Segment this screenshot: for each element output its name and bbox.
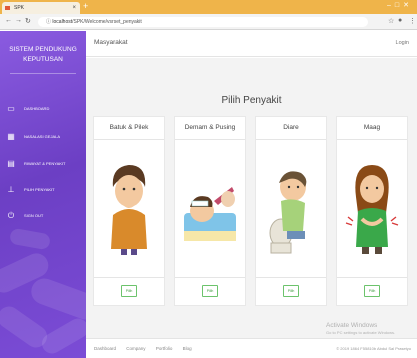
pilih-button[interactable]: Pilih [202,285,218,297]
pilih-button[interactable]: Pilih [121,285,137,297]
favicon-icon [5,6,10,10]
url-host: localhost [52,19,73,25]
disease-card-batuk-pilek: Batuk & Pilek Pilih [93,116,165,306]
section-heading: Pilih Penyakit [221,95,282,106]
forward-icon[interactable]: → [15,17,22,24]
pilih-button[interactable]: Pilih [364,285,380,297]
login-link[interactable]: Login [396,40,409,46]
disease-card-diare: Diare Pilih [255,116,327,306]
document-icon: ▤ [7,159,15,168]
footer-link-company[interactable]: Company [126,346,145,351]
diarrhea-child-illustration [269,171,307,254]
sidebar-item-dashboard[interactable]: ▭ Dashboard [0,102,86,118]
browser-tab-bar: SPK × + –□✕ [0,0,417,14]
brand-line-1: SISTEM PENDUKUNG [9,46,77,53]
footer-links: Dashboard Company Portfolio Blog [94,346,198,351]
page-title: Masyarakat [94,39,128,46]
close-window-icon[interactable]: ✕ [403,2,413,9]
footer: Dashboard Company Portfolio Blog © 2019 … [86,338,417,358]
brand-line-2: KEPUTUSAN [23,56,63,63]
tab-title: SPK [14,5,25,11]
sidebar-brand[interactable]: SISTEM PENDUKUNG KEPUTUSAN [0,45,86,65]
activate-windows-watermark: Activate Windows Go to PC settings to ac… [326,322,395,335]
reload-icon[interactable]: ↻ [25,17,31,25]
main-content: Pilih Penyakit Batuk & Pilek Pilih Demam… [86,58,417,338]
sidebar: SISTEM PENDUKUNG KEPUTUSAN ▭ Dashboard ▦… [0,31,86,358]
card-title: Diare [283,124,299,131]
browser-tab[interactable]: SPK × [2,2,80,14]
disease-card-maag: Maag Pilih [336,116,408,306]
coughing-child-illustration [111,165,147,255]
pilih-button[interactable]: Pilih [283,285,299,297]
url-path: /SPK/Welcome/vsrset_penyakit [72,19,142,25]
sidebar-item-label: Pilih Penyakit [24,187,55,192]
thermometer-icon: ⊥ [7,185,15,194]
star-icon[interactable]: ☆ [388,17,394,25]
footer-link-blog[interactable]: Blog [183,346,192,351]
watermark-title: Activate Windows [326,322,378,329]
tab-close-icon[interactable]: × [72,2,76,14]
watermark-subtitle: Go to PC settings to activate Windows. [326,330,396,335]
brand-divider [10,73,76,74]
sidebar-item-label: Riwayat & Penyakit [24,161,66,166]
maximize-icon[interactable]: □ [395,2,403,9]
card-title: Demam & Pusing [184,124,236,131]
stomachache-girl-illustration [345,165,399,254]
monitor-icon: ▭ [7,104,15,113]
window-controls: –□✕ [387,1,413,9]
sidebar-item-sign-out[interactable]: ⏻ Sign Out [0,209,86,225]
back-icon[interactable]: ← [5,17,12,24]
footer-link-portfolio[interactable]: Portfolio [156,346,173,351]
profile-icon[interactable]: ● [398,17,402,24]
top-navbar: Masyarakat Login [86,31,417,57]
sidebar-item-label: Nasalasi Gejala [24,134,61,139]
sidebar-item-pilih-penyakit[interactable]: ⊥ Pilih Penyakit [0,183,86,199]
card-title: Maag [363,124,381,131]
logout-icon: ⏻ [7,211,15,220]
new-tab-button[interactable]: + [83,1,88,11]
sidebar-item-riwayat[interactable]: ▤ Riwayat & Penyakit [0,157,86,173]
sidebar-item-label: Dashboard [24,106,50,111]
sidebar-item-label: Sign Out [24,213,44,218]
menu-icon[interactable]: ⋮ [409,17,416,25]
footer-link-dashboard[interactable]: Dashboard [94,346,116,351]
chart-icon: ▦ [7,132,15,141]
copyright-text: © 2019 1864 F55810b Abdul Sal Prasetyo [336,346,411,351]
sidebar-item-gejala[interactable]: ▦ Nasalasi Gejala [0,130,86,146]
disease-card-demam-pusing: Demam & Pusing Pilih [174,116,246,306]
card-title: Batuk & Pilek [109,124,149,131]
minimize-icon[interactable]: – [387,2,395,9]
address-bar: ← → ↻ ⓘ localhost/SPK/Welcome/vsrset_pen… [0,14,417,30]
fever-child-illustration [184,187,236,241]
url-field[interactable]: ⓘ localhost/SPK/Welcome/vsrset_penyakit [38,17,368,27]
